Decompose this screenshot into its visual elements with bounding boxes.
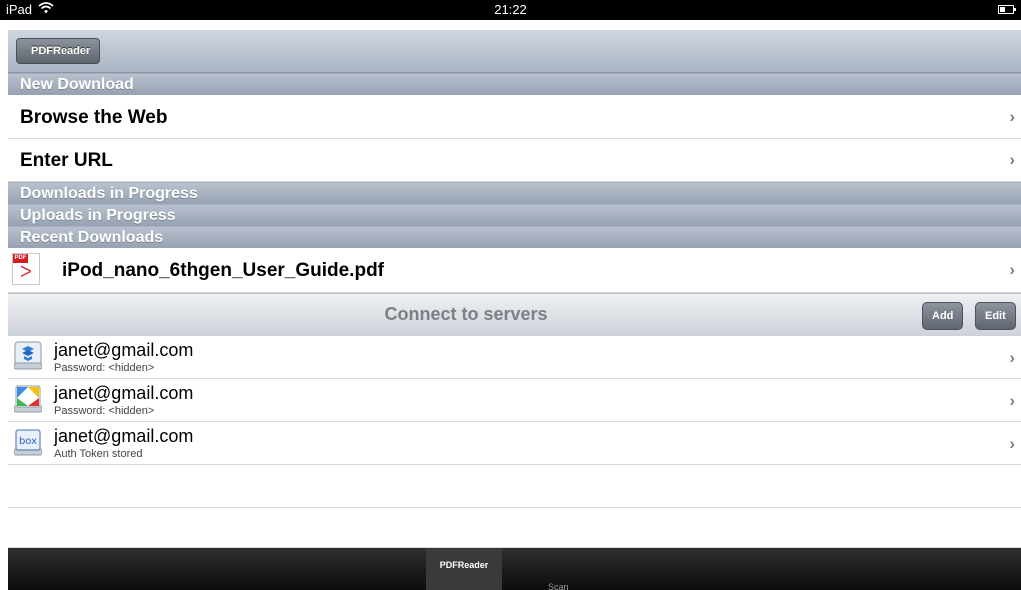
server-account: janet@gmail.com [54, 383, 194, 403]
tab-pdfreader[interactable]: PDFReader [426, 548, 502, 590]
back-button-label: PDFReader [31, 45, 91, 57]
left-gutter [0, 20, 8, 590]
chevron-right-icon: › [1009, 150, 1015, 169]
server-detail: Auth Token stored [54, 448, 143, 460]
section-header-downloads-in-progress: Downloads in Progress [8, 182, 1021, 204]
battery-icon [998, 5, 1016, 14]
server-detail: Password: <hidden> [54, 362, 155, 374]
section-header-new-download: New Download [8, 73, 1021, 95]
server-row-box[interactable]: box janet@gmail.com Auth Token stored › [8, 422, 1021, 465]
back-button[interactable]: PDFReader [16, 38, 101, 64]
pdf-file-icon: PDF ᐳ [12, 253, 40, 285]
server-row-dropbox[interactable]: janet@gmail.com Password: <hidden> › [8, 336, 1021, 379]
chevron-right-icon: › [1009, 107, 1015, 126]
enter-url-row[interactable]: Enter URL › [8, 139, 1021, 182]
edit-servers-label: Edit [985, 310, 1006, 322]
google-docs-icon [13, 384, 43, 414]
server-account: janet@gmail.com [54, 426, 194, 446]
section-header-recent-downloads: Recent Downloads [8, 226, 1021, 248]
enter-url-label: Enter URL [20, 150, 113, 171]
tab-pdfreader-label: PDFReader [439, 560, 489, 570]
recent-file-row[interactable]: PDF ᐳ iPod_nano_6thgen_User_Guide.pdf › [8, 248, 1021, 293]
server-account: janet@gmail.com [54, 340, 194, 360]
add-server-label: Add [932, 310, 954, 322]
box-logo-text: box [19, 436, 37, 447]
add-server-button[interactable]: Add [922, 302, 964, 330]
status-time: 21:22 [494, 2, 527, 17]
chevron-right-icon: › [1009, 391, 1015, 410]
section-header-uploads-in-progress: Uploads in Progress [8, 204, 1021, 226]
browse-web-label: Browse the Web [20, 107, 168, 128]
empty-row [8, 508, 1021, 548]
box-icon: box [13, 427, 43, 457]
pdf-tag: PDF [13, 254, 28, 263]
recent-file-name: iPod_nano_6thgen_User_Guide.pdf [62, 260, 384, 281]
pdfreader-downloads-screen: iPad 21:22 PDFReader New Download Browse… [0, 0, 1021, 590]
navigation-bar: PDFReader [8, 30, 1021, 73]
servers-toolbar: Connect to servers Add Edit [8, 293, 1021, 337]
empty-row [8, 465, 1021, 508]
edit-servers-button[interactable]: Edit [975, 302, 1016, 330]
server-row-google[interactable]: janet@gmail.com Password: <hidden> › [8, 379, 1021, 422]
chevron-right-icon: › [1009, 348, 1015, 367]
dropbox-icon [13, 341, 43, 371]
chevron-right-icon: › [1009, 260, 1015, 279]
servers-title: Connect to servers [384, 304, 548, 324]
tab-scan[interactable]: Scan [548, 582, 569, 590]
tab-bar: PDFReader Scan [8, 548, 1021, 590]
server-detail: Password: <hidden> [54, 405, 155, 417]
browse-web-row[interactable]: Browse the Web › [8, 95, 1021, 139]
chevron-right-icon: › [1009, 434, 1015, 453]
status-bar: iPad 21:22 [0, 0, 1021, 20]
